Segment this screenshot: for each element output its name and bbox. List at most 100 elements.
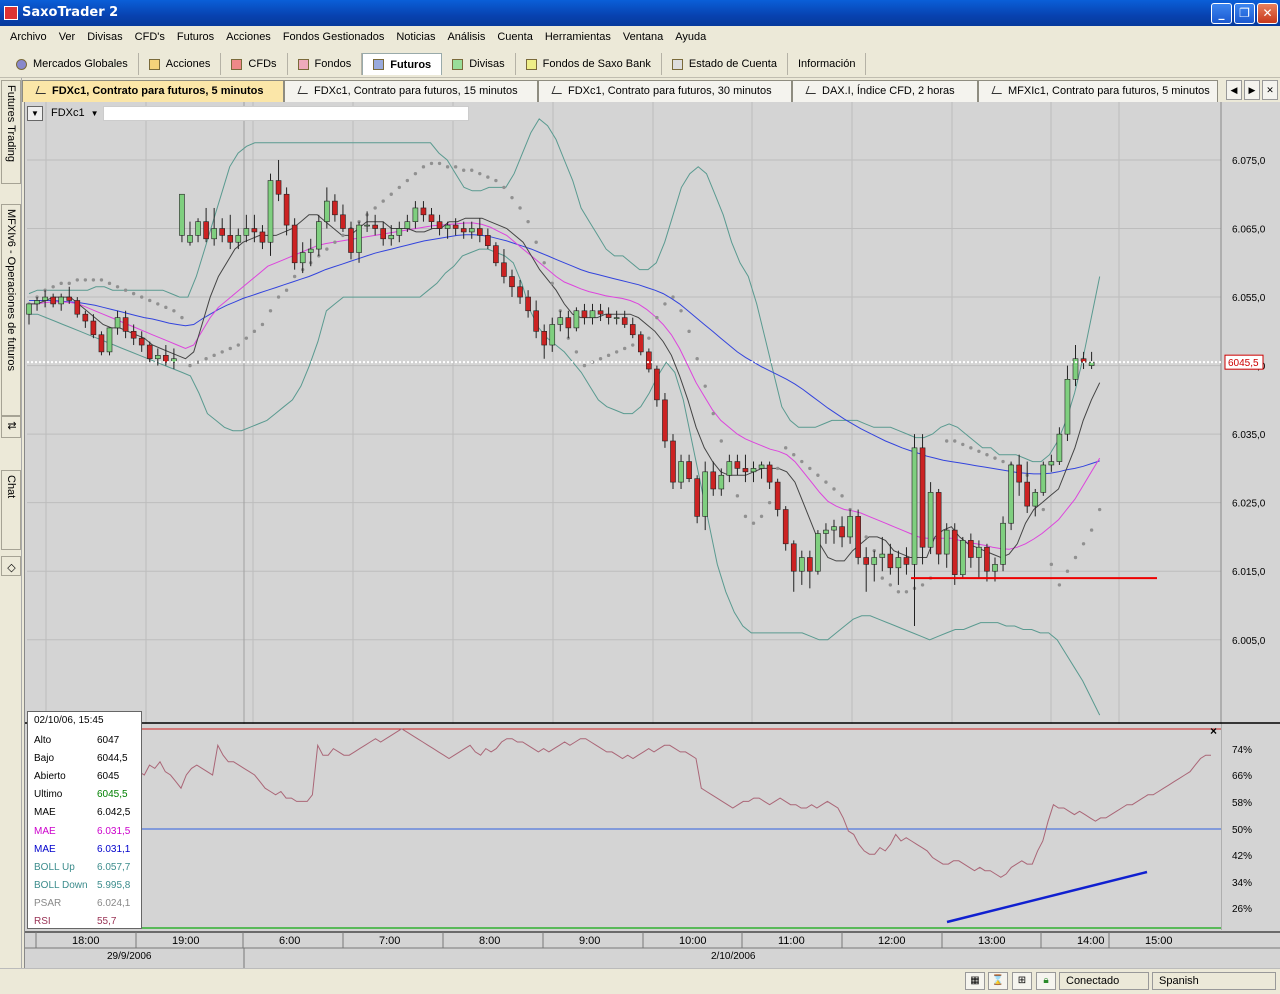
candle-body [734, 461, 741, 469]
psar-dot [1073, 555, 1078, 560]
menu-cuenta[interactable]: Cuenta [491, 31, 538, 50]
menu-archivo[interactable]: Archivo [4, 31, 53, 50]
psar-dot [743, 514, 748, 519]
menu-analisis[interactable]: Análisis [441, 31, 491, 50]
candle-body [863, 557, 870, 565]
candle-body [871, 557, 878, 565]
psar-dot [212, 353, 216, 358]
side-tab-tools[interactable]: ⇅ [1, 416, 21, 438]
menu-ver[interactable]: Ver [53, 31, 82, 50]
nav-futuros[interactable]: Futuros [362, 53, 443, 75]
language-selector[interactable]: Spanish [1152, 972, 1276, 990]
symbol-search-field[interactable] [102, 105, 469, 121]
candle-body [283, 193, 290, 226]
psar-dot [655, 315, 659, 320]
symbol-dropdown[interactable]: ▼ [91, 109, 99, 118]
psar-dot [83, 278, 88, 282]
menu-noticias[interactable]: Noticias [390, 31, 441, 50]
fx-icon [452, 58, 464, 70]
time-tick-label: 10:00 [679, 935, 707, 947]
layout-icon[interactable]: ▦ [965, 972, 985, 990]
chart-canvas[interactable]: 6.075,06.065,06.055,06.045,06.035,06.025… [25, 102, 1280, 968]
minimize-button[interactable]: _ [1211, 3, 1232, 24]
psar-dot [470, 168, 474, 172]
candle-body [251, 228, 258, 233]
nav-fondos[interactable]: Fondos [288, 53, 363, 75]
nav-mercados-globales[interactable]: Mercados Globales [6, 53, 139, 75]
chart-tab-dax-2h[interactable]: DAX.I, Índice CFD, 2 horas [792, 80, 978, 102]
candle-body [1000, 522, 1006, 565]
psar-dot [462, 168, 466, 172]
menu-divisas[interactable]: Divisas [81, 31, 128, 50]
nav-divisas[interactable]: Divisas [442, 53, 516, 75]
time-tick-label: 9:00 [579, 935, 600, 947]
psar-dot [1081, 542, 1086, 546]
info-key: BOLL Up [34, 861, 75, 873]
psar-dot [131, 291, 136, 296]
candle-body [589, 310, 596, 318]
psar-dot [115, 285, 120, 289]
nav-informacion[interactable]: Información [788, 53, 867, 75]
candle-body [670, 440, 676, 483]
candle-body [243, 228, 250, 236]
menu-ayuda[interactable]: Ayuda [669, 31, 712, 50]
chart-tab-fdxc1-5min[interactable]: FDXc1, Contrato para futuros, 5 minutos [22, 80, 284, 102]
psar-dot [236, 343, 240, 347]
psar-dot [663, 302, 667, 306]
data-window: 02/10/06, 15:45 Alto 6047 Bajo 6044,5 Abiert… [27, 711, 142, 929]
maximize-button[interactable]: ❐ [1234, 3, 1255, 24]
price-tick-label: 6.025,0 [1232, 499, 1266, 510]
candle-body [42, 296, 48, 301]
side-tab-settings[interactable]: ◇ [1, 556, 21, 576]
candle-body [951, 529, 958, 575]
psar-dot [140, 295, 144, 299]
info-row: Alto 6047 [34, 731, 141, 749]
nav-cfds[interactable]: CFDs [221, 53, 288, 75]
nav-estado-de-cuenta[interactable]: Estado de Cuenta [662, 53, 788, 75]
psar-dot [486, 175, 490, 179]
window-title: SaxoTrader 2 [22, 5, 119, 20]
chart-tab-fdxc1-15min[interactable]: FDXc1, Contrato para futuros, 15 minutos [284, 80, 538, 102]
tab-close[interactable]: ✕ [1262, 80, 1278, 100]
psar-dot [510, 195, 514, 200]
menu-ventana[interactable]: Ventana [617, 31, 669, 50]
side-tab-chat[interactable]: Chat [1, 470, 21, 550]
time-tick-label: 11:00 [778, 935, 805, 947]
psar-dot [969, 446, 973, 450]
menu-acciones[interactable]: Acciones [220, 31, 277, 50]
rsi-tick-label: 42% [1232, 851, 1252, 862]
psar-dot [204, 357, 208, 361]
time-tick-label: 14:00 [1077, 935, 1105, 947]
psar-dot [945, 439, 949, 443]
candle-body [774, 481, 781, 510]
lock-icon: 🔒︎ [1036, 972, 1056, 990]
chart-menu-button[interactable]: ▼ [27, 105, 43, 121]
psar-dot [99, 278, 104, 282]
nav-acciones[interactable]: Acciones [139, 53, 222, 75]
side-tab-operaciones-futuros[interactable]: MFXIv6 - Operaciones de futuros [1, 204, 21, 416]
pin-icon: ◇ [5, 561, 17, 574]
psar-dot [276, 295, 281, 299]
menu-fondos-gestionados[interactable]: Fondos Gestionados [277, 31, 391, 50]
psar-dot [1065, 569, 1070, 573]
nav-fondos-saxo-bank[interactable]: Fondos de Saxo Bank [516, 53, 662, 75]
candle-body [460, 228, 467, 233]
candle-body [396, 228, 403, 236]
candle-body [855, 516, 861, 558]
info-row: MAE 6.031,1 [34, 840, 141, 858]
psar-dot [381, 199, 385, 203]
tab-scroll-right[interactable]: ▶ [1244, 80, 1260, 100]
close-button[interactable]: ✕ [1257, 3, 1278, 24]
chart-tab-fdxc1-30min[interactable]: FDXc1, Contrato para futuros, 30 minutos [538, 80, 792, 102]
close-indicator-icon[interactable]: × [1210, 724, 1217, 738]
candle-body [307, 248, 314, 253]
candle-body [525, 296, 531, 312]
side-tab-futures-trading[interactable]: Futures Trading [1, 80, 21, 184]
chart-tab-mfxic1-5min[interactable]: MFXIc1, Contrato para futuros, 5 minutos [978, 80, 1218, 102]
menu-futuros[interactable]: Futuros [171, 31, 220, 50]
menu-herramientas[interactable]: Herramientas [539, 31, 617, 50]
candle-body [82, 313, 89, 322]
tab-scroll-left[interactable]: ◀ [1226, 80, 1242, 100]
menu-cfds[interactable]: CFD's [129, 31, 171, 50]
candle-body [340, 214, 346, 229]
